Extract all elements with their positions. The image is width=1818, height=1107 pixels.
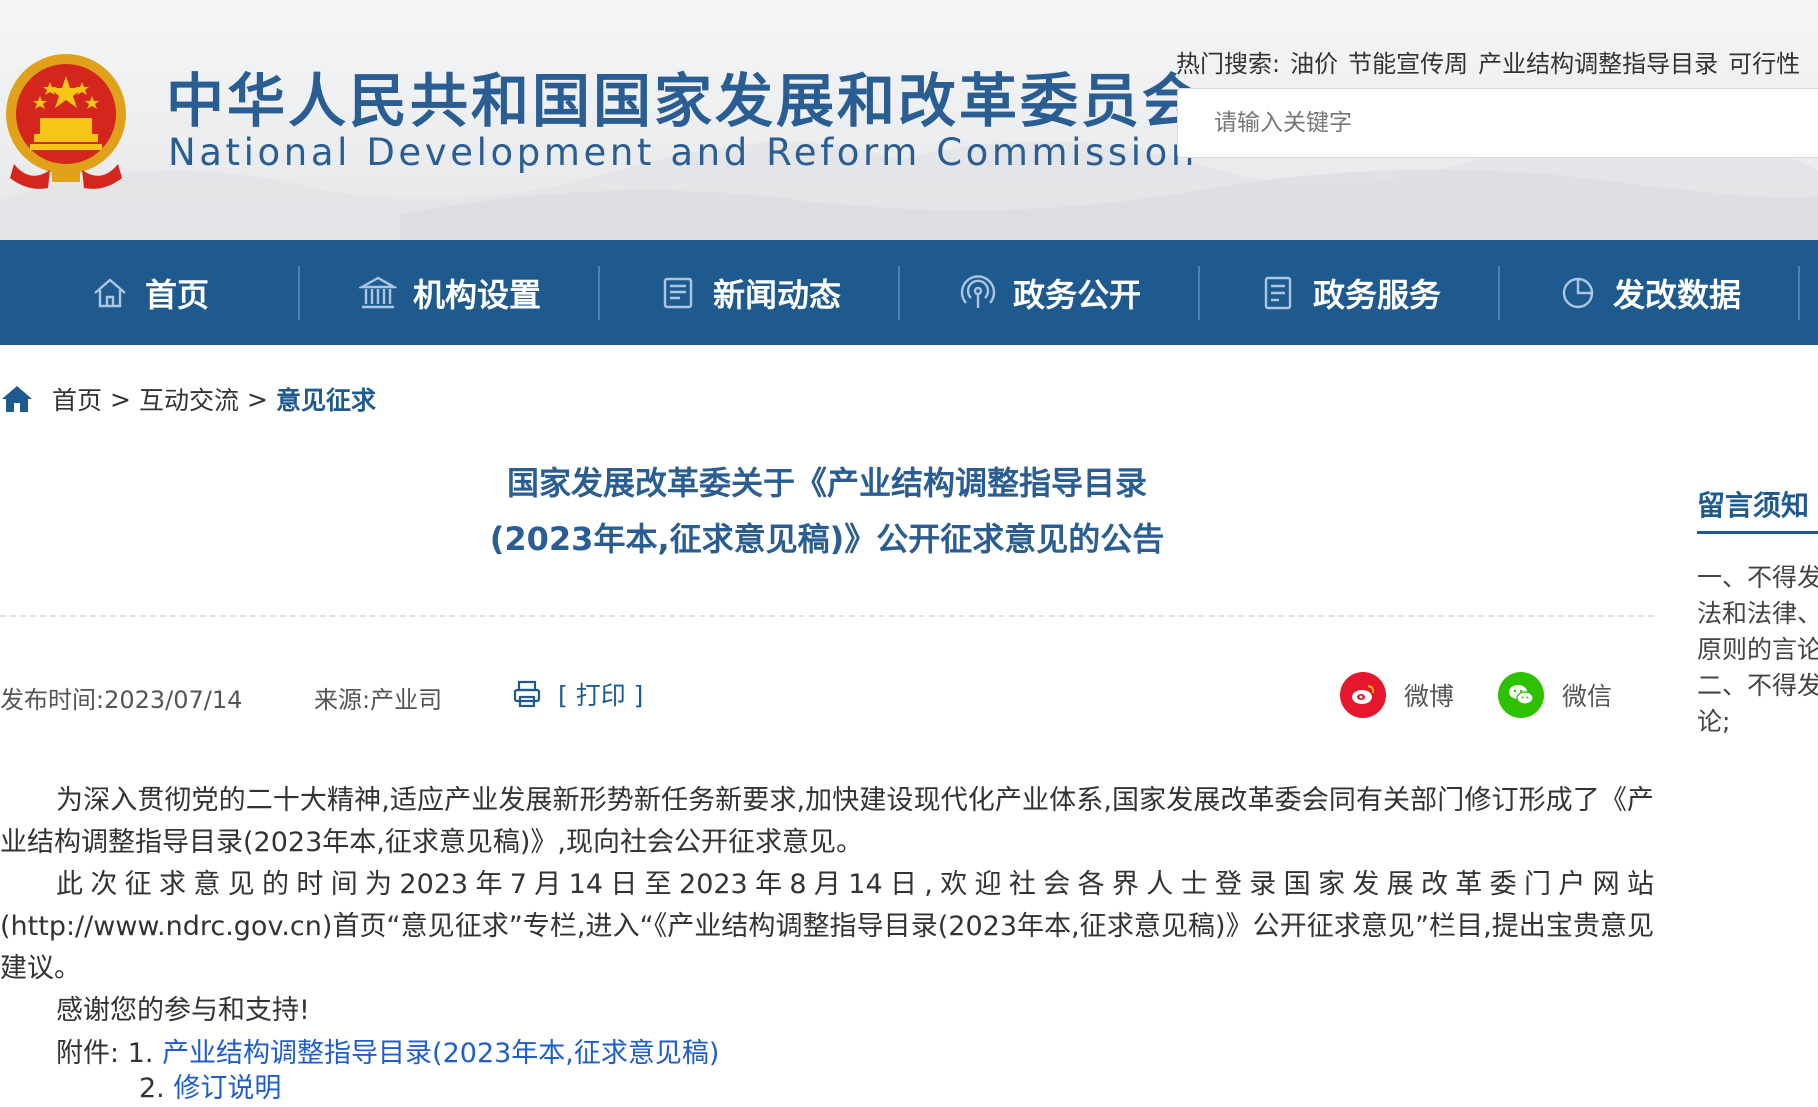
nav-label: 机构设置	[412, 275, 541, 314]
publish-date: 发布时间:2023/07/14	[0, 686, 243, 714]
hot-search-label: 热门搜索:	[1176, 50, 1281, 78]
nav-label: 首页	[144, 275, 209, 314]
breadcrumb: 首页 > 互动交流 > 意见征求	[0, 382, 376, 416]
article-paragraph: 感谢您的参与和支持!	[56, 995, 310, 1026]
breadcrumb-home-link[interactable]: 首页	[52, 381, 102, 417]
side-panel-underline	[1697, 531, 1818, 534]
article-paragraph: 为深入贯彻党的二十大精神,适应产业发展新形势新任务新要求,加快建设现代化产业体系…	[0, 785, 1654, 858]
print-label: [ 打印 ]	[558, 681, 644, 710]
nav-item-public-affairs[interactable]: 政务公开	[900, 240, 1200, 345]
hot-search-term[interactable]: 节能宣传周	[1348, 50, 1468, 78]
institution-icon	[358, 276, 397, 308]
nav-label: 政务公开	[1012, 275, 1141, 314]
article-paragraph: 此次征求意见的时间为2023年7月14日至2023年8月14日,欢迎社会各界人士…	[0, 869, 1655, 984]
hot-search-term[interactable]: 可行性	[1728, 50, 1800, 78]
breadcrumb-separator: >	[246, 384, 268, 414]
site-header: 中华人民共和国国家发展和改革委员会 National Development a…	[0, 0, 1818, 240]
side-panel-line: 二、不得发	[1697, 671, 1818, 700]
wechat-glyph	[1509, 685, 1534, 705]
attachment-row: 2. 修订说明	[139, 1071, 281, 1107]
attachment-link[interactable]: 修订说明	[173, 1073, 281, 1104]
attachment-label: 附件:	[56, 1038, 120, 1069]
side-panel-line: 法和法律、	[1697, 599, 1818, 628]
share-weibo-button[interactable]: 微博	[1340, 672, 1454, 718]
nav-label: 发改数据	[1612, 275, 1741, 314]
search-input[interactable]	[1177, 88, 1818, 158]
breadcrumb-current[interactable]: 意见征求	[276, 381, 376, 417]
home-icon	[94, 277, 126, 307]
attachment-number: 2.	[139, 1073, 165, 1104]
home-icon	[2, 386, 32, 412]
breadcrumb-separator: >	[110, 384, 131, 414]
side-panel-line: 一、不得发	[1697, 563, 1818, 592]
printer-icon	[513, 680, 541, 708]
nav-label: 新闻动态	[712, 275, 841, 314]
weibo-glyph	[1352, 685, 1375, 704]
document-icon	[1264, 276, 1292, 309]
article-title-line-1: 国家发展改革委关于《产业结构调整指导目录	[506, 464, 1147, 502]
side-panel-title: 留言须知	[1697, 489, 1810, 522]
breadcrumb-interaction-link[interactable]: 互动交流	[139, 381, 239, 417]
nav-item-home[interactable]: 首页	[0, 240, 300, 345]
wechat-icon	[1498, 672, 1544, 718]
nav-divider	[1798, 266, 1800, 320]
national-emblem-logo	[6, 54, 126, 189]
print-button[interactable]: [ 打印 ]	[512, 676, 643, 712]
nav-label: 政务服务	[1312, 275, 1441, 314]
article-body: 为深入贯彻党的二十大精神,适应产业发展新形势新任务新要求,加快建设现代化产业体系…	[0, 780, 1654, 1032]
site-title-en: National Development and Reform Commissi…	[168, 131, 1198, 174]
side-panel-line: 论;	[1697, 707, 1731, 736]
share-wechat-label: 微信	[1562, 682, 1613, 711]
article-title-line-2: (2023年本,征求意见稿)》公开征求意见的公告	[489, 520, 1165, 558]
weibo-icon	[1340, 672, 1386, 718]
pie-chart-icon	[1562, 277, 1594, 308]
hot-search-term[interactable]: 产业结构调整指导目录	[1478, 50, 1718, 78]
attachment-link[interactable]: 产业结构调整指导目录(2023年本,征求意见稿)	[162, 1038, 719, 1069]
nav-item-services[interactable]: 政务服务	[1200, 240, 1500, 345]
attachment-row: 附件: 1. 产业结构调整指导目录(2023年本,征求意见稿)	[56, 1036, 719, 1072]
news-icon	[663, 277, 693, 308]
side-panel-text: 一、不得发 法和法律、 原则的言论 二、不得发 论;	[1697, 560, 1818, 740]
side-panel-line: 原则的言论	[1697, 635, 1818, 664]
article-source: 来源:产业司	[314, 686, 443, 714]
main-nav: 首页 机构设置 新闻动态 政务公开 政务服务 发改数据	[0, 240, 1818, 345]
site-title-cn: 中华人民共和国国家发展和改革委员会	[166, 67, 1204, 135]
attachment-number: 1.	[127, 1038, 154, 1069]
broadcast-icon	[960, 274, 996, 308]
nav-item-news[interactable]: 新闻动态	[600, 240, 900, 345]
nav-item-institutions[interactable]: 机构设置	[300, 240, 600, 345]
hot-search-bar: 热门搜索: 油价 节能宣传周 产业结构调整指导目录 可行性	[1176, 44, 1810, 79]
title-divider	[0, 615, 1654, 617]
share-wechat-button[interactable]: 微信	[1498, 672, 1612, 718]
hot-search-term[interactable]: 油价	[1290, 50, 1338, 78]
share-weibo-label: 微博	[1404, 682, 1455, 711]
nav-item-data[interactable]: 发改数据	[1500, 240, 1800, 345]
